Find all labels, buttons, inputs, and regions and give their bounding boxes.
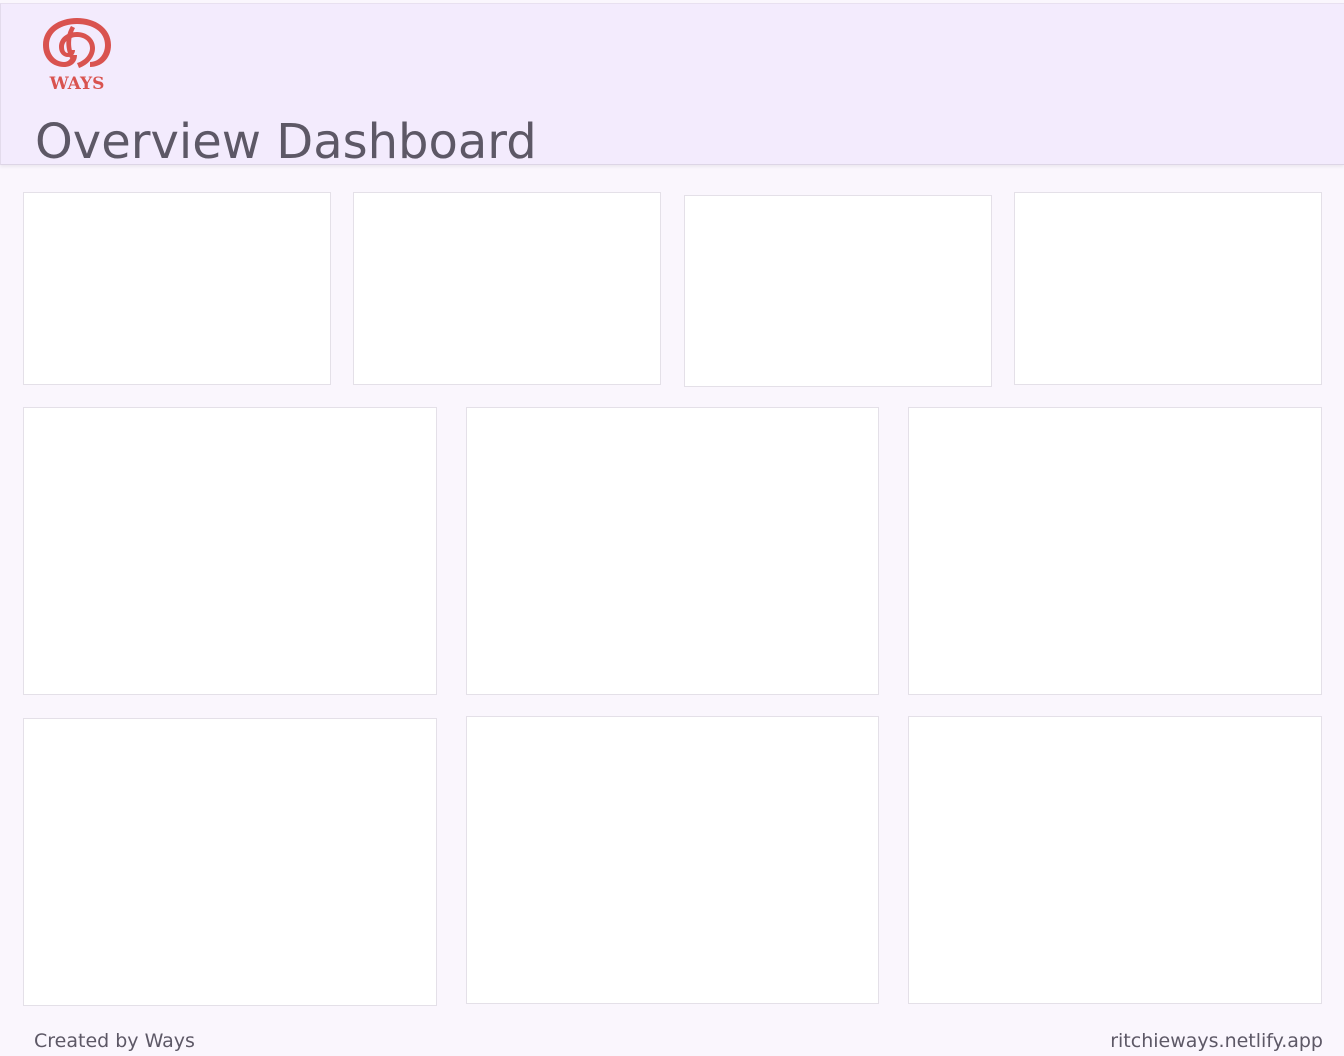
footer-url-link[interactable]: ritchieways.netlify.app	[1110, 1029, 1323, 1053]
ways-logo[interactable]: WAYS	[35, 14, 119, 96]
kpi-card-1	[23, 192, 331, 385]
ways-logo-icon	[43, 18, 111, 68]
chart-panel-4	[23, 718, 437, 1006]
kpi-card-4	[1014, 192, 1322, 385]
chart-panel-6	[908, 716, 1322, 1004]
footer-credit: Created by Ways	[34, 1030, 195, 1052]
kpi-card-2	[353, 192, 661, 385]
chart-panel-1	[23, 407, 437, 695]
chart-panel-2	[466, 407, 879, 695]
header-bar: WAYS Overview Dashboard	[0, 3, 1344, 170]
chart-panel-5	[466, 716, 879, 1004]
logo-wordmark: WAYS	[49, 74, 105, 94]
page-title: Overview Dashboard	[35, 114, 537, 170]
chart-panel-3	[908, 407, 1322, 695]
kpi-card-3	[684, 195, 992, 387]
